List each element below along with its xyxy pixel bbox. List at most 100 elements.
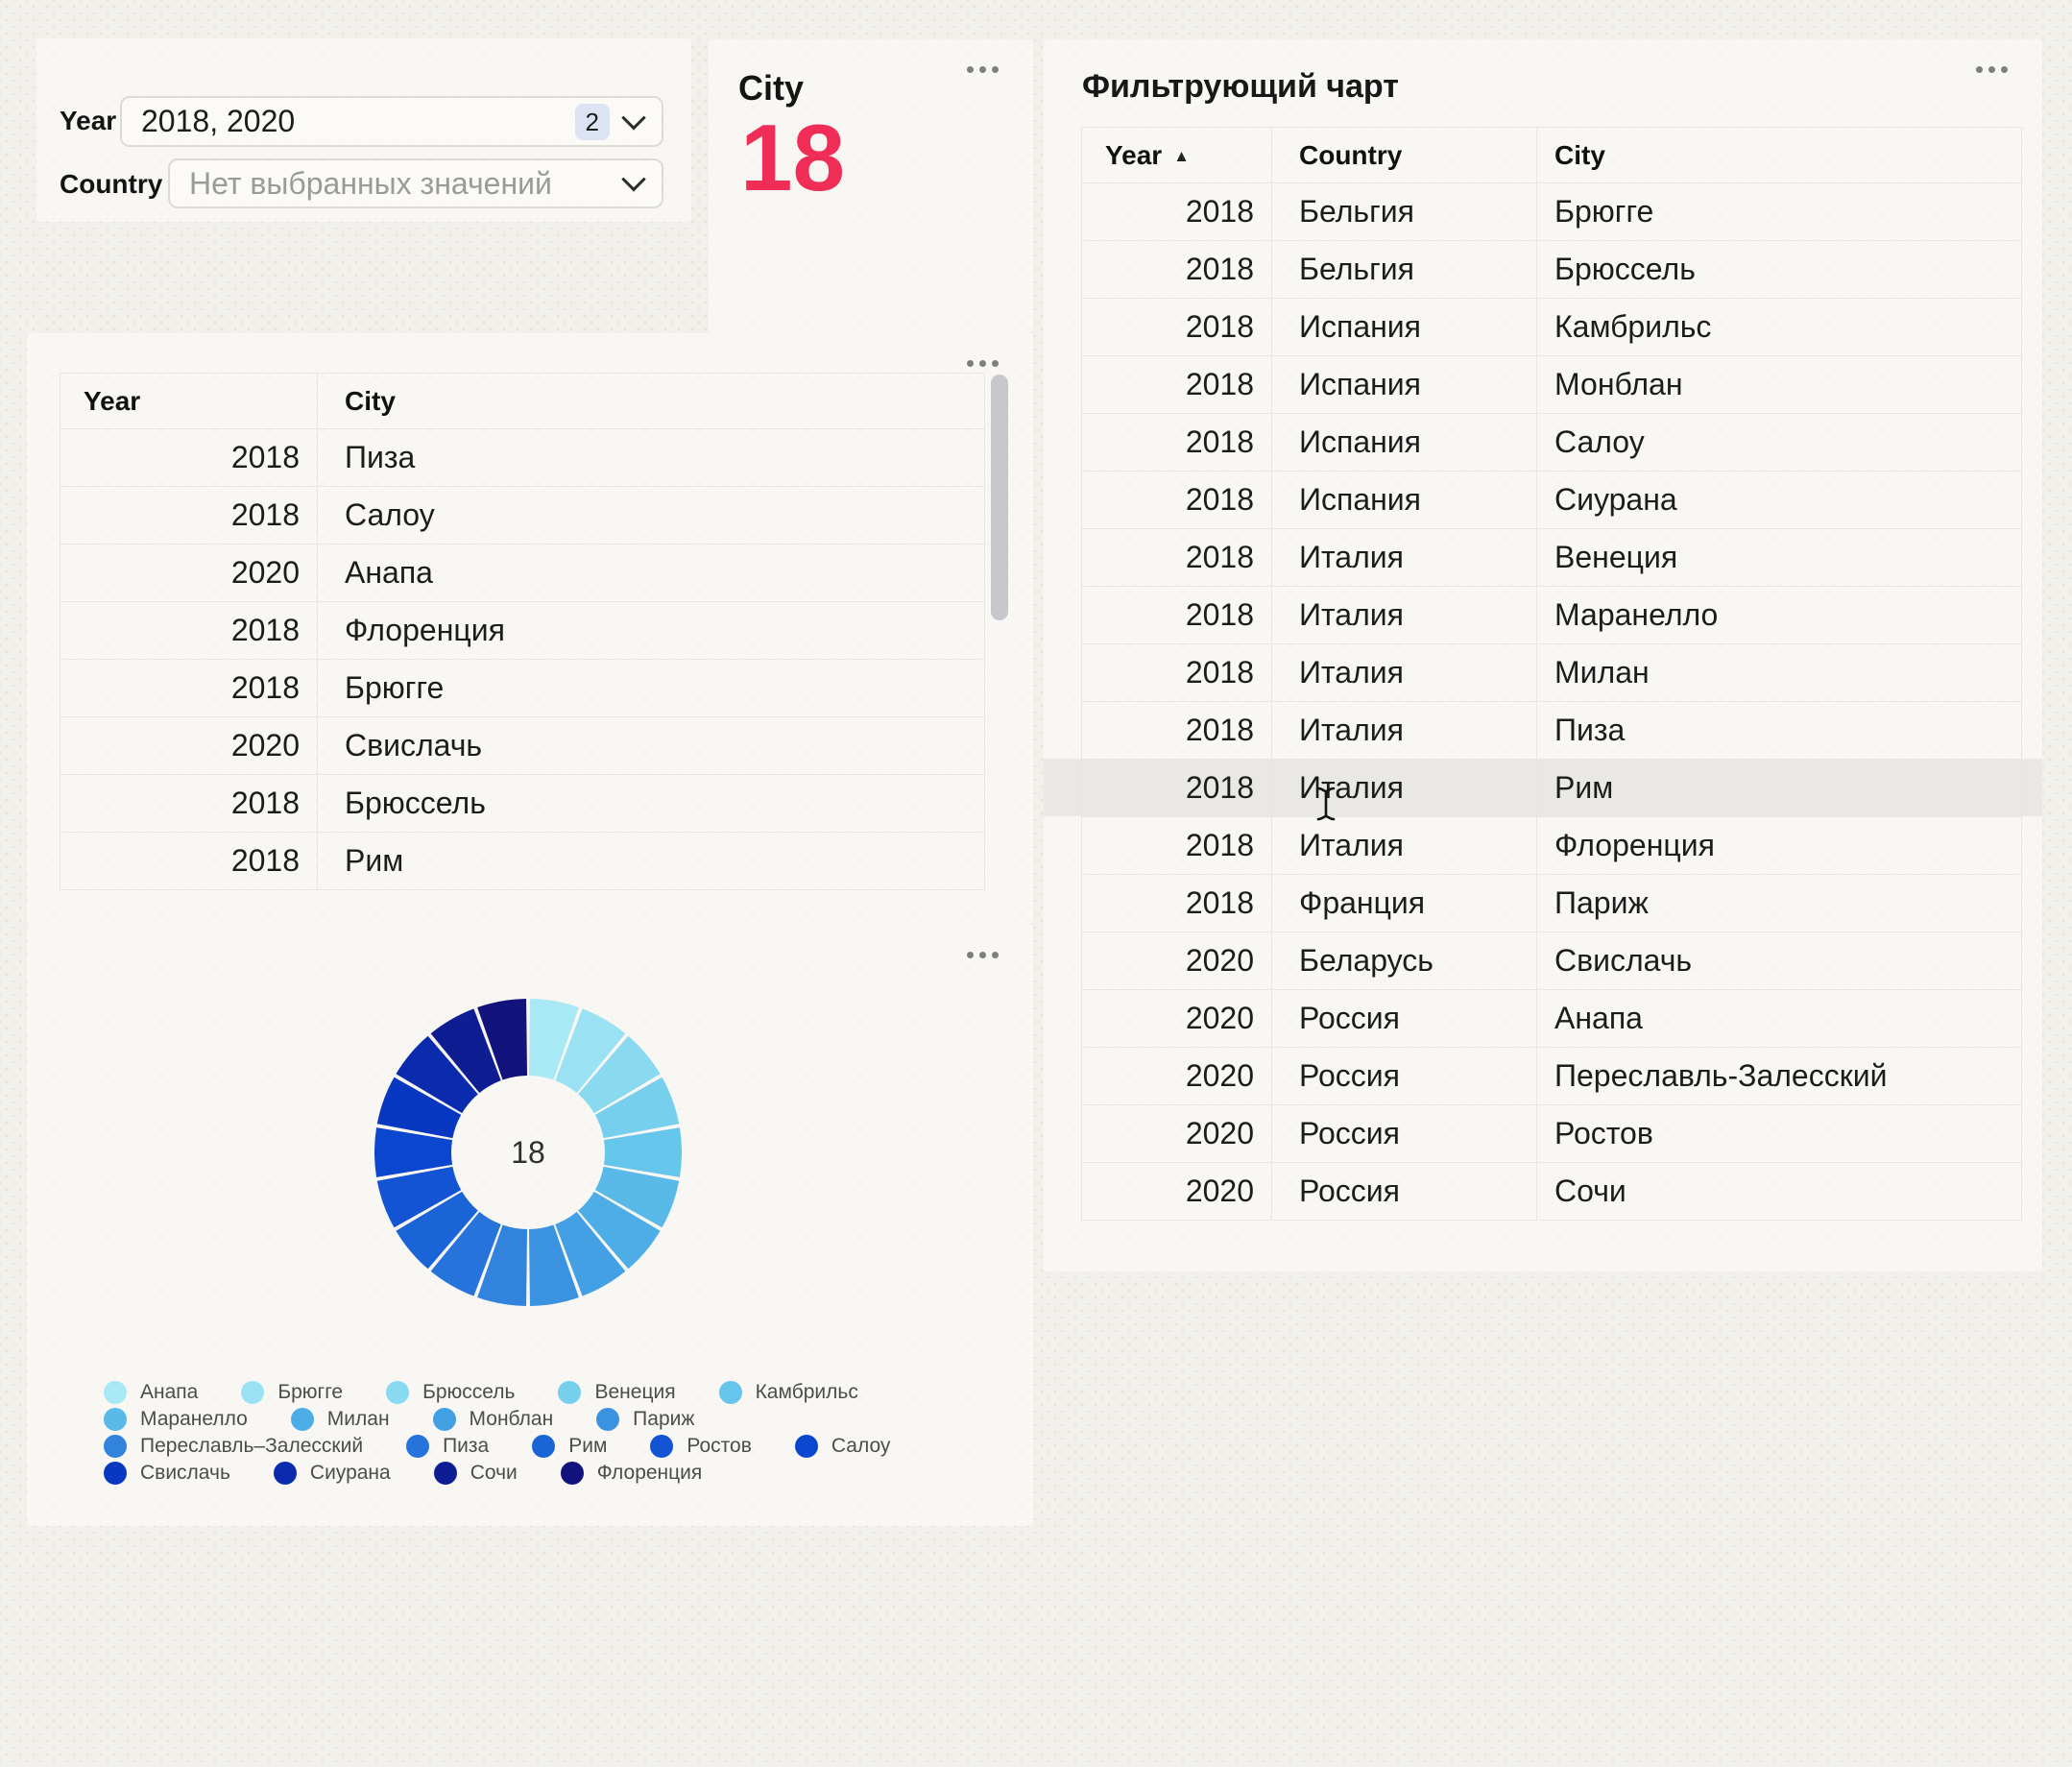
legend-item-Монблан[interactable]: Монблан	[433, 1408, 554, 1431]
legend-item-Рим[interactable]: Рим	[532, 1435, 607, 1458]
vertical-scrollbar[interactable]	[991, 375, 1008, 620]
table-row[interactable]: 2020БеларусьСвислачь	[1082, 932, 2022, 990]
table-row[interactable]: 2018ИталияВенеция	[1082, 529, 2022, 587]
legend-row: Анапа Брюгге Брюссель Венеция Камбрильс	[104, 1381, 890, 1404]
cell: Испания	[1272, 299, 1537, 356]
legend-color-dot	[104, 1408, 127, 1431]
cell: 2018	[1082, 817, 1272, 875]
table-row[interactable]: 2020Свислачь	[60, 717, 985, 775]
legend-item-Пиза[interactable]: Пиза	[406, 1435, 489, 1458]
legend-item-Брюссель[interactable]: Брюссель	[386, 1381, 515, 1404]
dashboard: Year 2018, 2020 2 Country Нет выбранных …	[0, 0, 2072, 1767]
table-row[interactable]: 2018Брюссель	[60, 775, 985, 833]
cell: Рим	[318, 833, 985, 890]
legend-label: Флоренция	[597, 1462, 703, 1485]
legend-item-Сочи[interactable]: Сочи	[434, 1462, 518, 1485]
more-menu-icon[interactable]	[967, 360, 999, 367]
cell: Пиза	[318, 429, 985, 487]
legend-color-dot	[104, 1435, 127, 1458]
table-row[interactable]: 2020РоссияПереславль-Залесский	[1082, 1048, 2022, 1105]
legend-item-Свислачь[interactable]: Свислачь	[104, 1462, 230, 1485]
more-menu-icon[interactable]	[1976, 66, 2008, 73]
table-row[interactable]: 2018ИталияМилан	[1082, 644, 2022, 702]
legend-color-dot	[795, 1435, 818, 1458]
table-row[interactable]: 2018ФранцияПариж	[1082, 875, 2022, 932]
table-row[interactable]: 2018ИспанияКамбрильс	[1082, 299, 2022, 356]
table-row[interactable]: 2018ИспанияСиурана	[1082, 472, 2022, 529]
table-row[interactable]: 2018ИталияФлоренция	[1082, 817, 2022, 875]
cell: 2018	[1082, 702, 1272, 760]
table-row[interactable]: 2018Флоренция	[60, 602, 985, 660]
cell: Венеция	[1537, 529, 2022, 587]
table-row[interactable]: 2018ИталияМаранелло	[1082, 587, 2022, 644]
table-row-highlighted[interactable]: 2018ИталияРим	[1082, 760, 2022, 817]
legend-item-Брюгге[interactable]: Брюгге	[241, 1381, 343, 1404]
table-row[interactable]: 2018БельгияБрюссель	[1082, 241, 2022, 299]
more-menu-icon[interactable]	[967, 66, 999, 73]
table-row[interactable]: 2018Пиза	[60, 429, 985, 487]
country-filter-select[interactable]: Нет выбранных значений	[168, 158, 663, 208]
column-header-year[interactable]: Year	[60, 374, 318, 429]
cell: Бельгия	[1272, 183, 1537, 241]
cell: Италия	[1272, 587, 1537, 644]
table-header-row: Year▲CountryCity	[1082, 128, 2022, 183]
table-row[interactable]: 2020РоссияРостов	[1082, 1105, 2022, 1163]
legend-color-dot	[650, 1435, 673, 1458]
table-header-row: YearCity	[60, 374, 985, 429]
year-filter-select[interactable]: 2018, 2020 2	[120, 96, 663, 147]
cell: 2018	[1082, 644, 1272, 702]
column-header-year[interactable]: Year▲	[1082, 128, 1272, 183]
legend-item-Венеция[interactable]: Венеция	[558, 1381, 675, 1404]
legend-item-Милан[interactable]: Милан	[291, 1408, 390, 1431]
legend-item-Камбрильс[interactable]: Камбрильс	[719, 1381, 858, 1404]
table-row[interactable]: 2018ИспанияМонблан	[1082, 356, 2022, 414]
year-filter-label: Year	[60, 108, 116, 134]
table-row[interactable]: 2018ИспанияСалоу	[1082, 414, 2022, 472]
legend-item-Сиурана[interactable]: Сиурана	[274, 1462, 391, 1485]
table-row[interactable]: 2020РоссияАнапа	[1082, 990, 2022, 1048]
cell: 2020	[1082, 990, 1272, 1048]
legend-item-Салоу[interactable]: Салоу	[795, 1435, 891, 1458]
legend-label: Сиурана	[310, 1462, 391, 1485]
legend-color-dot	[104, 1462, 127, 1485]
cell: Италия	[1272, 644, 1537, 702]
column-header-city[interactable]: City	[1537, 128, 2022, 183]
legend-item-Маранелло[interactable]: Маранелло	[104, 1408, 248, 1431]
table-row[interactable]: 2020Анапа	[60, 545, 985, 602]
legend-item-Париж[interactable]: Париж	[596, 1408, 694, 1431]
cell: 2020	[1082, 1105, 1272, 1163]
cell: Италия	[1272, 702, 1537, 760]
legend-item-Переславль–Залесский[interactable]: Переславль–Залесский	[104, 1435, 363, 1458]
cell: Милан	[1537, 644, 2022, 702]
indicator-title: City	[738, 68, 804, 109]
legend-label: Монблан	[470, 1408, 554, 1431]
sort-asc-icon: ▲	[1173, 147, 1190, 165]
cell: Анапа	[318, 545, 985, 602]
table-row[interactable]: 2020РоссияСочи	[1082, 1163, 2022, 1221]
cell: Испания	[1272, 472, 1537, 529]
column-header-city[interactable]: City	[318, 374, 985, 429]
legend-item-Анапа[interactable]: Анапа	[104, 1381, 198, 1404]
legend-item-Ростов[interactable]: Ростов	[650, 1435, 751, 1458]
more-menu-icon[interactable]	[967, 952, 999, 958]
cell: Свислачь	[318, 717, 985, 775]
table-row[interactable]: 2018ИталияПиза	[1082, 702, 2022, 760]
legend-color-dot	[386, 1381, 409, 1404]
legend-color-dot	[561, 1462, 584, 1485]
legend-label: Брюгге	[277, 1381, 343, 1404]
table-row[interactable]: 2018Салоу	[60, 487, 985, 545]
legend-color-dot	[719, 1381, 742, 1404]
cell: Салоу	[1537, 414, 2022, 472]
donut-chart[interactable]: 18	[374, 999, 682, 1306]
cell: Монблан	[1537, 356, 2022, 414]
filter-chart-card: Фильтрующий чарт Year▲CountryCity2018Бел…	[1044, 39, 2042, 1271]
legend-color-dot	[241, 1381, 264, 1404]
indicator-value: 18	[740, 109, 845, 207]
table-row[interactable]: 2018БельгияБрюгге	[1082, 183, 2022, 241]
legend-label: Пиза	[443, 1435, 489, 1458]
table-row[interactable]: 2018Брюгге	[60, 660, 985, 717]
column-header-country[interactable]: Country	[1272, 128, 1537, 183]
legend-item-Флоренция[interactable]: Флоренция	[561, 1462, 703, 1485]
table-row[interactable]: 2018Рим	[60, 833, 985, 890]
year-city-table: YearCity2018Пиза2018Салоу2020Анапа2018Фл…	[60, 373, 985, 890]
